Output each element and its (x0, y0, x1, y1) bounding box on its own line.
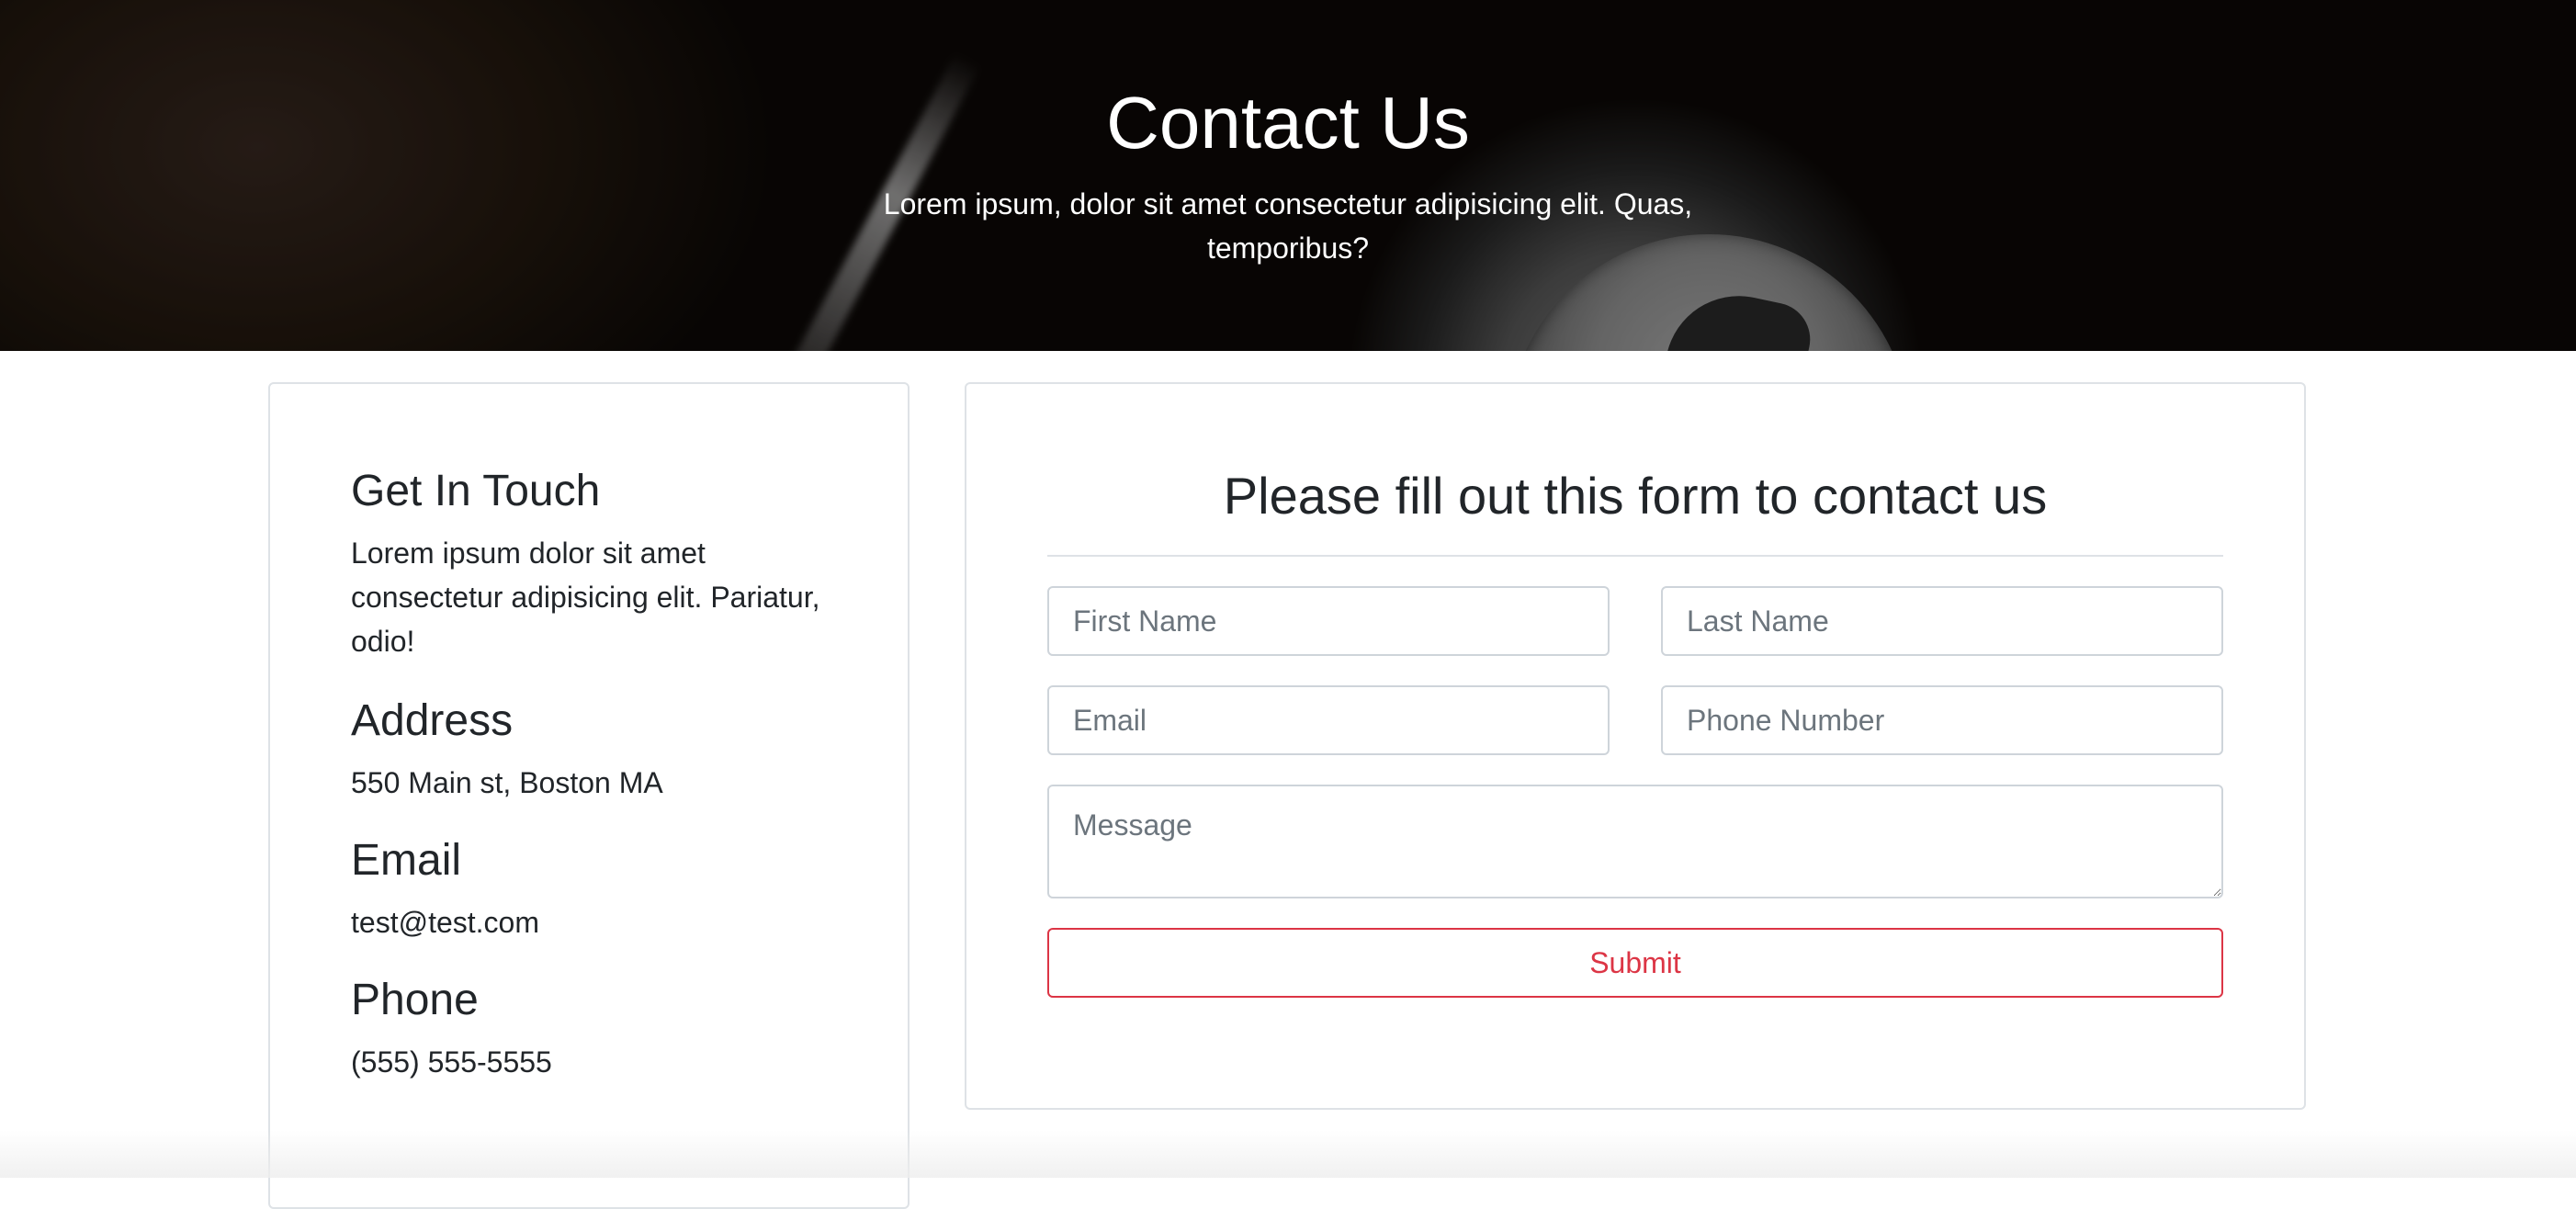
email-heading: Email (351, 836, 462, 885)
last-name-input[interactable] (1661, 586, 2223, 656)
message-textarea[interactable] (1047, 785, 2223, 898)
phone-number-input[interactable] (1661, 685, 2223, 755)
phone-value: (555) 555-5555 (351, 1045, 552, 1079)
page-title: Contact Us (1106, 82, 1470, 164)
hero-subtitle: Lorem ipsum, dolor sit amet consectetur … (883, 187, 1693, 265)
get-in-touch-heading: Get In Touch (351, 467, 601, 515)
get-in-touch-text: Lorem ipsum dolor sit amet consectetur a… (351, 537, 820, 658)
contact-info-card: Get In Touch Lorem ipsum dolor sit amet … (268, 382, 910, 1209)
hero-overlay (0, 0, 2576, 351)
address-heading: Address (351, 696, 514, 745)
form-title: Please fill out this form to contact us (1223, 467, 2048, 525)
phone-heading: Phone (351, 976, 479, 1024)
hero-banner: Contact Us Lorem ipsum, dolor sit amet c… (0, 0, 2576, 351)
email-input[interactable] (1047, 685, 1610, 755)
first-name-input[interactable] (1047, 586, 1610, 656)
contact-form-card: Please fill out this form to contact us … (965, 382, 2306, 1110)
address-value: 550 Main st, Boston MA (351, 766, 663, 799)
form-divider (1047, 555, 2223, 557)
submit-button[interactable]: Submit (1047, 928, 2223, 998)
email-value: test@test.com (351, 906, 539, 939)
